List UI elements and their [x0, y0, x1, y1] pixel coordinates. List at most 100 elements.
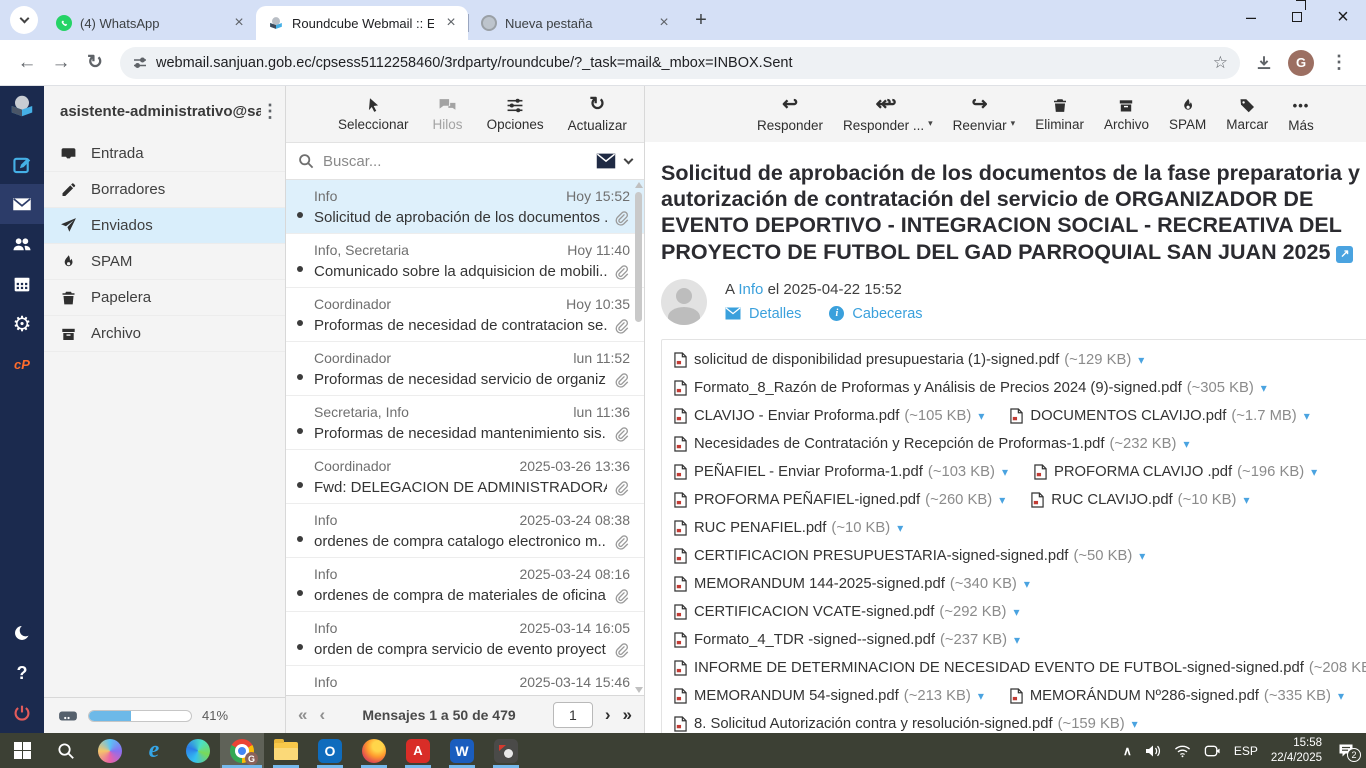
attachment-item[interactable]: INFORME DE DETERMINACION DE NECESIDAD EV…: [674, 654, 1366, 682]
folder-item[interactable]: Entrada: [44, 136, 285, 172]
edge-button[interactable]: [176, 733, 220, 768]
folder-item[interactable]: SPAM: [44, 244, 285, 280]
details-link[interactable]: Detalles: [749, 306, 801, 322]
meet-now-icon[interactable]: [1204, 744, 1221, 758]
message-row[interactable]: Info 2025-03-14 16:05 orden de compra se…: [286, 612, 644, 666]
contacts-icon[interactable]: [0, 224, 44, 264]
attachment-item[interactable]: Necesidades de Contratación y Recepción …: [674, 430, 1190, 458]
folder-item[interactable]: Borradores: [44, 172, 285, 208]
taskbar-search-button[interactable]: [44, 733, 88, 768]
attachment-menu-caret-icon[interactable]: [978, 689, 984, 703]
browser-menu-icon[interactable]: [1322, 46, 1356, 80]
message-row[interactable]: Info 2025-03-24 08:16 ordenes de compra …: [286, 558, 644, 612]
list-toolbar-button[interactable]: Seleccionar: [338, 97, 409, 132]
window-close-button[interactable]: [1320, 0, 1366, 34]
attachment-item[interactable]: RUC PENAFIEL.pdf (~10 KB): [674, 514, 903, 542]
attachment-menu-caret-icon[interactable]: [1138, 353, 1144, 367]
new-tab-button[interactable]: [687, 6, 715, 34]
dropdown-caret-icon[interactable]: [928, 118, 933, 133]
close-icon[interactable]: [655, 14, 673, 32]
attachment-item[interactable]: MEMORÁNDUM Nº286-signed.pdf (~335 KB): [1010, 682, 1344, 710]
compose-icon[interactable]: [0, 144, 44, 184]
tab-whatsapp[interactable]: (4) WhatsApp: [44, 6, 256, 40]
cpanel-icon[interactable]: cP: [0, 344, 44, 384]
attachment-item[interactable]: MEMORANDUM 144-2025-signed.pdf (~340 KB): [674, 570, 1030, 598]
dark-mode-moon-icon[interactable]: [0, 613, 44, 653]
list-toolbar-button[interactable]: Opciones: [487, 97, 544, 132]
attachment-menu-caret-icon[interactable]: [1002, 465, 1008, 479]
mail-toolbar-button[interactable]: Archivo: [1104, 97, 1149, 132]
folder-item[interactable]: Enviados: [44, 208, 285, 244]
account-row[interactable]: asistente-administrativo@sa...: [44, 86, 285, 136]
dropdown-caret-icon[interactable]: [1011, 118, 1016, 133]
settings-gear-icon[interactable]: ⚙: [0, 304, 44, 344]
mail-toolbar-button[interactable]: Responder ...: [843, 96, 933, 133]
site-settings-icon[interactable]: [132, 55, 148, 71]
attachment-item[interactable]: PROFORMA PEÑAFIEL-igned.pdf (~260 KB): [674, 486, 1005, 514]
scroll-down-arrow[interactable]: [635, 687, 643, 693]
tray-overflow-chevron-icon[interactable]: [1123, 744, 1132, 758]
recipient-link[interactable]: Info: [738, 281, 763, 298]
message-row[interactable]: Secretaria, Info lun 11:36 Proformas de …: [286, 396, 644, 450]
attachment-menu-caret-icon[interactable]: [978, 409, 984, 423]
chrome-button[interactable]: G: [220, 733, 264, 768]
outlook-button[interactable]: O: [308, 733, 352, 768]
search-scope-envelope-icon[interactable]: [596, 153, 616, 169]
message-row[interactable]: Info 2025-03-24 08:38 ordenes de compra …: [286, 504, 644, 558]
reload-button[interactable]: [78, 46, 112, 80]
attachment-menu-caret-icon[interactable]: [1311, 465, 1317, 479]
forward-button[interactable]: [44, 46, 78, 80]
attachment-menu-caret-icon[interactable]: [1243, 493, 1249, 507]
volume-icon[interactable]: [1145, 744, 1161, 758]
pinned-app-button[interactable]: [484, 733, 528, 768]
mail-toolbar-button[interactable]: Reenviar: [953, 96, 1016, 133]
wifi-icon[interactable]: [1174, 744, 1191, 758]
scroll-up-arrow[interactable]: [635, 182, 643, 188]
restore-button[interactable]: [1274, 0, 1320, 34]
clock[interactable]: 15:58 22/4/2025: [1271, 736, 1322, 765]
copilot-button[interactable]: [88, 733, 132, 768]
calendar-icon[interactable]: [0, 264, 44, 304]
attachment-item[interactable]: Formato_8_Razón de Proformas y Análisis …: [674, 374, 1267, 402]
attachment-menu-caret-icon[interactable]: [1338, 689, 1344, 703]
message-row[interactable]: Info 2025-03-14 15:46: [286, 666, 644, 695]
mail-toolbar-button[interactable]: Eliminar: [1035, 97, 1084, 132]
start-button[interactable]: [0, 733, 44, 768]
message-row[interactable]: Coordinador lun 11:52 Proformas de neces…: [286, 342, 644, 396]
attachment-menu-caret-icon[interactable]: [897, 521, 903, 535]
attachment-item[interactable]: DOCUMENTOS CLAVIJO.pdf (~1.7 MB): [1010, 402, 1309, 430]
attachment-menu-caret-icon[interactable]: [999, 493, 1005, 507]
mail-nav-icon[interactable]: [0, 184, 44, 224]
downloads-icon[interactable]: [1248, 47, 1280, 79]
attachment-item[interactable]: 8. Solicitud Autorización contra y resol…: [674, 710, 1138, 733]
attachment-item[interactable]: MEMORANDUM 54-signed.pdf (~213 KB): [674, 682, 984, 710]
mail-toolbar-button[interactable]: SPAM: [1169, 97, 1206, 132]
folder-item[interactable]: Archivo: [44, 316, 285, 352]
minimize-button[interactable]: [1228, 0, 1274, 34]
close-icon[interactable]: [230, 14, 248, 32]
list-scrollbar[interactable]: [634, 182, 643, 693]
headers-link[interactable]: Cabeceras: [852, 306, 922, 322]
word-button[interactable]: W: [440, 733, 484, 768]
attachment-menu-caret-icon[interactable]: [1261, 381, 1267, 395]
search-options-chevron-icon[interactable]: [624, 155, 634, 165]
last-page-button[interactable]: [623, 705, 632, 725]
attachment-item[interactable]: CERTIFICACION PRESUPUESTARIA-signed-sign…: [674, 542, 1145, 570]
search-input[interactable]: [323, 153, 587, 170]
attachment-item[interactable]: solicitud de disponibilidad presupuestar…: [674, 346, 1144, 374]
mail-toolbar-button[interactable]: Más: [1288, 96, 1314, 133]
attachment-menu-caret-icon[interactable]: [1013, 605, 1019, 619]
attachment-menu-caret-icon[interactable]: [1132, 717, 1138, 731]
acrobat-button[interactable]: A: [396, 733, 440, 768]
message-row[interactable]: Info, Secretaria Hoy 11:40 Comunicado so…: [286, 234, 644, 288]
attachment-menu-caret-icon[interactable]: [1139, 549, 1145, 563]
list-toolbar-button[interactable]: Actualizar: [568, 96, 627, 133]
scrollbar-thumb[interactable]: [635, 192, 642, 322]
list-toolbar-button[interactable]: Hilos: [433, 97, 463, 132]
mail-toolbar-button[interactable]: Responder: [757, 96, 823, 133]
prev-page-button[interactable]: [319, 705, 325, 725]
attachment-menu-caret-icon[interactable]: [1183, 437, 1189, 451]
first-page-button[interactable]: [298, 705, 307, 725]
attachment-item[interactable]: RUC CLAVIJO.pdf (~10 KB): [1031, 486, 1249, 514]
attachment-item[interactable]: CLAVIJO - Enviar Proforma.pdf (~105 KB): [674, 402, 984, 430]
